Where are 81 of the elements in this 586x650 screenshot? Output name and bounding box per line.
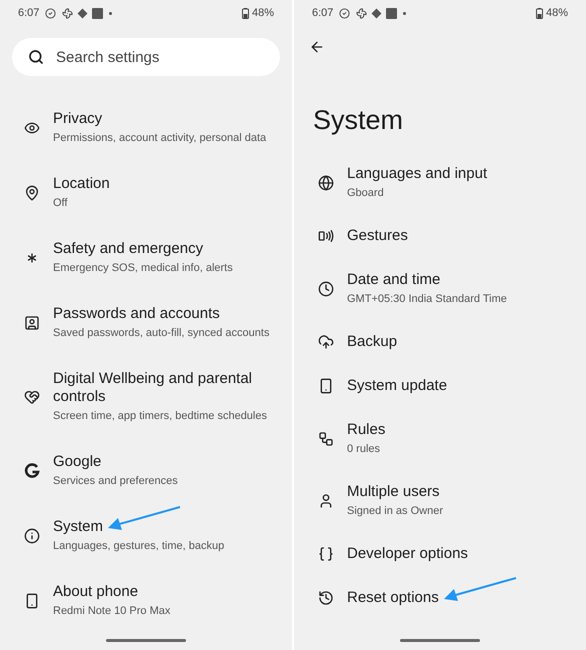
settings-item[interactable]: Languages and input Gboard (294, 152, 586, 214)
item-subtitle: Gboard (347, 186, 385, 201)
square-icon (386, 8, 398, 18)
heart-hands-icon (24, 388, 40, 404)
item-title: Backup (347, 333, 398, 351)
settings-item[interactable]: Passwords and accounts Saved passwords, auto-fill, synced accounts (0, 290, 292, 355)
phone-gesture-icon (318, 228, 334, 244)
item-subtitle: Signed in as Owner (347, 504, 444, 519)
item-title: Google (53, 452, 102, 470)
item-subtitle: 0 rules (347, 442, 382, 457)
check-circle-icon (45, 8, 56, 18)
braces-icon (318, 546, 334, 562)
battery-percent: 48% (252, 7, 274, 19)
check-circle-icon (339, 8, 350, 18)
item-title: System (53, 518, 104, 536)
location-pin-icon (24, 184, 40, 200)
item-title: Location (53, 174, 110, 192)
dot-icon (403, 12, 406, 14)
item-title: Gestures (347, 227, 408, 245)
item-title: Safety and emergency (53, 240, 204, 258)
item-title: Developer options (347, 545, 468, 563)
item-subtitle: Languages, gestures, time, backup (53, 538, 226, 554)
item-title: Privacy (53, 110, 102, 128)
cloud-upload-icon (318, 334, 334, 350)
item-subtitle: Saved passwords, auto-fill, synced accounts (53, 326, 270, 340)
battery-icon (536, 8, 543, 18)
item-title: Multiple users (347, 483, 440, 501)
user-icon (318, 493, 334, 509)
search-placeholder: Search settings (56, 48, 160, 66)
settings-item[interactable]: Location Off (0, 160, 292, 225)
item-title: Passwords and accounts (53, 304, 220, 322)
item-subtitle: Services and preferences (53, 474, 179, 488)
settings-item[interactable]: Digital Wellbeing and parental controls Screen time, app timers, bedtime schedules (0, 355, 292, 438)
item-subtitle: GMT+05:30 India Standard Time (347, 292, 508, 307)
settings-item[interactable]: Backup (294, 320, 586, 364)
item-subtitle: Redmi Note 10 Pro Max (53, 604, 172, 618)
back-arrow-icon (309, 39, 325, 55)
eye-icon (24, 120, 40, 136)
search-icon (28, 49, 44, 65)
item-title: System update (347, 377, 448, 395)
settings-item[interactable]: Gestures (294, 214, 586, 258)
item-title: Reset options (347, 589, 439, 607)
fan-icon (356, 8, 368, 18)
item-title: Digital Wellbeing and parental controls (53, 370, 254, 406)
battery-percent: 48% (546, 7, 568, 19)
settings-item[interactable]: About phone Redmi Note 10 Pro Max (0, 568, 292, 633)
info-icon (24, 528, 40, 544)
settings-item[interactable]: Date and time GMT+05:30 India Standard Time (294, 258, 586, 320)
item-subtitle: Off (53, 196, 68, 210)
settings-item[interactable]: Google Services and preferences (0, 438, 292, 503)
search-field[interactable]: Search settings (12, 38, 280, 76)
settings-item[interactable]: Rules 0 rules (294, 408, 586, 470)
clock-icon (318, 281, 334, 297)
account-icon (24, 314, 40, 330)
dot-icon (109, 12, 112, 14)
phone-icon (24, 592, 40, 608)
status-time: 6:07 (312, 7, 334, 19)
item-title: Languages and input (347, 165, 488, 183)
rules-icon (318, 431, 334, 447)
g-logo-icon (24, 462, 40, 478)
history-icon (318, 590, 334, 606)
settings-item[interactable]: System Languages, gestures, time, backup (0, 503, 292, 568)
square-icon (92, 8, 104, 18)
settings-item[interactable]: Safety and emergency Emergency SOS, medical info, alerts (0, 225, 292, 290)
settings-item[interactable]: Privacy Permissions, account activity, personal data (0, 95, 292, 160)
settings-item[interactable]: System update (294, 364, 586, 408)
phone-icon (318, 378, 334, 394)
battery-icon (242, 8, 249, 18)
status-time: 6:07 (18, 7, 40, 19)
item-subtitle: Screen time, app timers, bedtime schedules (53, 408, 268, 424)
globe-icon (318, 175, 334, 191)
item-subtitle: Emergency SOS, medical info, alerts (53, 260, 234, 276)
item-title: Date and time (347, 271, 440, 289)
settings-item[interactable]: Multiple users Signed in as Owner (294, 470, 586, 532)
page-title: System (313, 104, 404, 136)
item-subtitle: Permissions, account activity, personal data (53, 130, 268, 146)
item-title: Rules (347, 421, 386, 439)
settings-item[interactable]: Reset options (294, 576, 586, 620)
item-title: About phone (53, 582, 138, 600)
fan-icon (62, 8, 74, 18)
settings-item[interactable]: Developer options (294, 532, 586, 576)
